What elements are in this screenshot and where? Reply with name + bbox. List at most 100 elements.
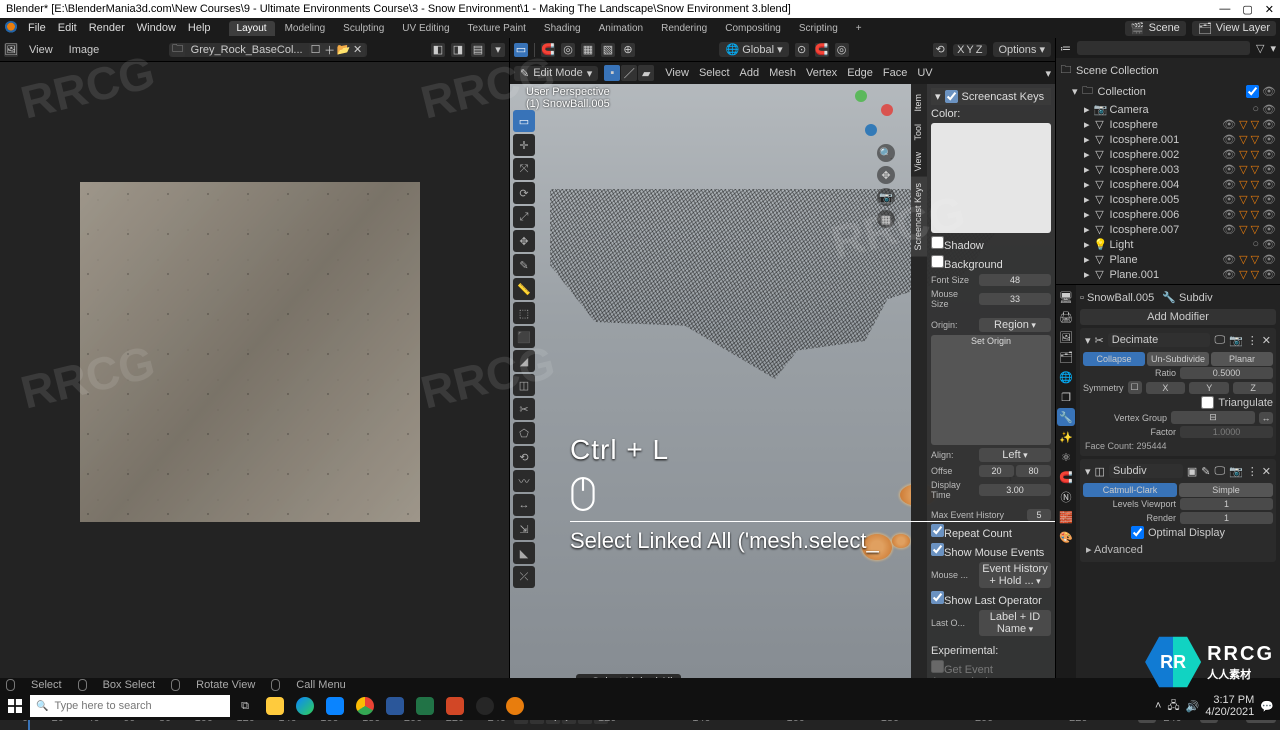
outliner-item[interactable]: ▸▽Icosphere.007👁▽▽ 👁 xyxy=(1056,222,1280,237)
mod-display2-icon[interactable]: 🖵 xyxy=(1214,465,1225,478)
mesh-options-icon[interactable]: ▦ xyxy=(581,43,595,57)
advanced-panel[interactable]: ▸ Advanced xyxy=(1083,540,1273,559)
snap-icon[interactable]: 🧲 xyxy=(541,43,555,57)
pan-icon[interactable]: ✥ xyxy=(877,166,895,184)
taskbar-clock[interactable]: 3:17 PM4/20/2021 xyxy=(1205,694,1254,718)
pivot-icon[interactable]: ⊙ xyxy=(795,43,809,57)
tool-bevel[interactable]: ◢ xyxy=(513,350,535,372)
notifications-icon[interactable]: 💬 xyxy=(1260,700,1274,713)
vp-menu-uv[interactable]: UV xyxy=(912,67,937,79)
modifier-remove-icon[interactable]: ✕ xyxy=(1262,334,1271,347)
outliner-filter-icon[interactable]: ▽ xyxy=(1256,42,1264,55)
taskbar-app-photos[interactable] xyxy=(320,692,350,720)
optimal-display-checkbox[interactable] xyxy=(1131,526,1144,539)
image-editor-type-icon[interactable]: 🖼 xyxy=(4,43,18,57)
workspace-tab-layout[interactable]: Layout xyxy=(229,21,275,36)
tool-scale[interactable]: ⤢ xyxy=(513,206,535,228)
mesh-options2-icon[interactable]: ▧ xyxy=(601,43,615,57)
npanel-tab-view[interactable]: View xyxy=(911,146,927,177)
workspace-tab-modeling[interactable]: Modeling xyxy=(277,21,334,36)
npanel-tab-item[interactable]: Item xyxy=(911,88,927,118)
vg-invert-icon[interactable]: ↔ xyxy=(1259,412,1273,424)
camera-view-icon[interactable]: 📷 xyxy=(877,188,895,206)
workspace-tab-sculpting[interactable]: Sculpting xyxy=(335,21,392,36)
vp-menu-select[interactable]: Select xyxy=(694,67,735,79)
properties-tab-10[interactable]: Ⓝ xyxy=(1057,488,1075,506)
tool-rotate[interactable]: ⟳ xyxy=(513,182,535,204)
tool-select-box[interactable]: ▭ xyxy=(513,110,535,132)
image-menu-image[interactable]: Image xyxy=(64,43,105,57)
tool-annotate[interactable]: ✎ xyxy=(513,254,535,276)
menu-help[interactable]: Help xyxy=(182,22,217,34)
tool-inset[interactable]: ⬛ xyxy=(513,326,535,348)
properties-tab-0[interactable]: 🖥 xyxy=(1057,288,1075,306)
outliner-item[interactable]: ▸▽Icosphere.003👁▽▽ 👁 xyxy=(1056,162,1280,177)
mod-display-icon[interactable]: 🖵 xyxy=(1214,334,1225,347)
new-collection-icon[interactable]: ▾ xyxy=(1270,42,1276,55)
select-tool-icon[interactable]: ▭ xyxy=(514,43,528,57)
image-datablock[interactable]: 🗀 Grey_Rock_BaseCol... ☐ ＋ 📂 ✕ xyxy=(169,43,367,57)
menu-file[interactable]: File xyxy=(22,22,52,34)
workspace-tab-scripting[interactable]: Scripting xyxy=(791,21,846,36)
properties-tab-9[interactable]: 🧲 xyxy=(1057,468,1075,486)
vp-menu-edge[interactable]: Edge xyxy=(842,67,878,79)
decimate-planar-tab[interactable]: Planar xyxy=(1211,352,1273,366)
outliner-item[interactable]: ▸▽Plane.001👁▽▽ 👁 xyxy=(1056,267,1280,282)
tray-arrow-icon[interactable]: ˄ xyxy=(1155,700,1161,712)
properties-tab-7[interactable]: ✨ xyxy=(1057,428,1075,446)
tool-measure[interactable]: 📏 xyxy=(513,278,535,300)
subdiv-simple-tab[interactable]: Simple xyxy=(1179,483,1273,497)
taskbar-app-obs[interactable] xyxy=(470,692,500,720)
workspace-tab-compositing[interactable]: Compositing xyxy=(717,21,789,36)
shadow-checkbox[interactable] xyxy=(931,236,944,249)
tool-smooth[interactable]: 〰 xyxy=(513,470,535,492)
task-view-icon[interactable]: ⧉ xyxy=(230,692,260,720)
sym-checkbox[interactable]: ☐ xyxy=(1128,381,1142,394)
decimate-collapse-tab[interactable]: Collapse xyxy=(1083,352,1145,366)
mode-selector[interactable]: ✎ Edit Mode ▾ xyxy=(514,66,598,81)
gizmo-z-icon[interactable] xyxy=(865,124,877,136)
properties-tab-3[interactable]: 🗂 xyxy=(1057,348,1075,366)
tool-edge-slide[interactable]: ↔ xyxy=(513,494,535,516)
workspace-tab-uv-editing[interactable]: UV Editing xyxy=(394,21,457,36)
taskbar-app-ppt[interactable] xyxy=(440,692,470,720)
properties-tab-5[interactable]: ❐ xyxy=(1057,388,1075,406)
add-modifier-button[interactable]: Add Modifier xyxy=(1080,309,1276,325)
screencast-panel-header[interactable]: ▾ Screencast Keys xyxy=(931,88,1051,105)
image-options-dropdown[interactable]: ▾ xyxy=(491,43,505,57)
workspace-tab-shading[interactable]: Shading xyxy=(536,21,589,36)
sym-y[interactable]: Y xyxy=(1189,382,1229,394)
outliner-item[interactable]: ▸▽Icosphere.005👁▽▽ 👁 xyxy=(1056,192,1280,207)
properties-tab-8[interactable]: ⚛ xyxy=(1057,448,1075,466)
tray-network-icon[interactable]: 🖧 xyxy=(1167,697,1179,716)
workspace-tab-animation[interactable]: Animation xyxy=(591,21,651,36)
face-select-mode[interactable]: ▰ xyxy=(638,65,654,81)
orientation-selector[interactable]: 🌐 Global ▾ xyxy=(719,42,788,57)
tool-knife[interactable]: ✂ xyxy=(513,398,535,420)
vp-menu-view[interactable]: View xyxy=(660,67,694,79)
tool-rip[interactable]: ⤫ xyxy=(513,566,535,588)
properties-tab-11[interactable]: 🧱 xyxy=(1057,508,1075,526)
tool-transform[interactable]: ✥ xyxy=(513,230,535,252)
mouse-size-field[interactable]: 33 xyxy=(979,293,1051,305)
proportional-icon[interactable]: ◎ xyxy=(561,43,575,57)
tool-move[interactable]: ⤧ xyxy=(513,158,535,180)
tool-extrude[interactable]: ⬚ xyxy=(513,302,535,324)
viewport-options[interactable]: Options ▾ xyxy=(993,42,1052,57)
mod-edit-icon[interactable]: ✎ xyxy=(1201,465,1210,478)
taskbar-app-blender[interactable] xyxy=(500,692,530,720)
taskbar-search[interactable]: 🔍 Type here to search xyxy=(30,695,230,717)
open-image-icon[interactable]: 📂 xyxy=(337,43,351,57)
zoom-icon[interactable]: 🔍 xyxy=(877,144,895,162)
outliner-item[interactable]: ▸📷Camera○ 👁 xyxy=(1056,102,1280,117)
image-display-z-icon[interactable]: ▤ xyxy=(471,43,485,57)
navigation-gizmo[interactable] xyxy=(845,88,895,138)
npanel-tab-screencast[interactable]: Screencast Keys xyxy=(911,177,927,257)
outliner-item[interactable]: ▸▽Icosphere.006👁▽▽ 👁 xyxy=(1056,207,1280,222)
modifier-remove2-icon[interactable]: ✕ xyxy=(1262,465,1271,478)
perspective-toggle-icon[interactable]: ▦ xyxy=(877,210,895,228)
menu-edit[interactable]: Edit xyxy=(52,22,83,34)
image-display-channels-icon[interactable]: ◧ xyxy=(431,43,445,57)
font-size-field[interactable]: 48 xyxy=(979,274,1051,286)
outliner-item[interactable]: ▸▽Icosphere👁▽▽ 👁 xyxy=(1056,117,1280,132)
